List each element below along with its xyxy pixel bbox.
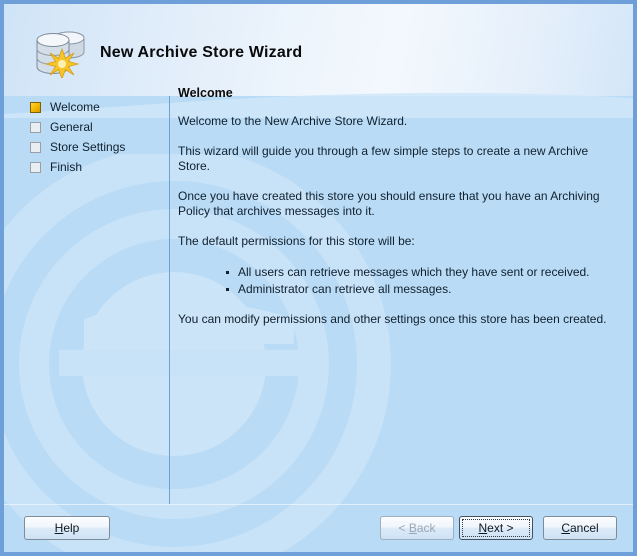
content-paragraph-2: This wizard will guide you through a few…	[178, 144, 589, 173]
sidebar-item-label: Welcome	[50, 100, 100, 114]
sidebar-item-general[interactable]: General	[30, 118, 93, 136]
content-paragraph-1: Welcome to the New Archive Store Wizard.	[178, 114, 408, 128]
step-marker-icon	[30, 161, 41, 173]
help-button-label: Help	[54, 521, 80, 535]
wizard-window: New Archive Store Wizard Welcome General…	[0, 0, 637, 556]
wizard-step-list: Welcome General Store Settings Finish	[4, 96, 165, 504]
step-marker-icon	[30, 141, 41, 153]
list-item: Administrator can retrieve all messages.	[226, 281, 622, 298]
sidebar-item-label: Finish	[50, 160, 83, 174]
wizard-content: Welcome Welcome to the New Archive Store…	[178, 86, 622, 501]
wizard-window-inner: New Archive Store Wizard Welcome General…	[4, 4, 633, 552]
content-paragraph-4: The default permissions for this store w…	[178, 234, 415, 248]
cancel-button[interactable]: Cancel	[543, 516, 617, 540]
footer-separator	[4, 504, 633, 505]
default-permissions-list: All users can retrieve messages which th…	[178, 264, 622, 298]
sidebar-item-welcome[interactable]: Welcome	[30, 98, 100, 116]
content-heading: Welcome	[178, 86, 233, 100]
list-item: All users can retrieve messages which th…	[226, 264, 622, 281]
panel-divider	[169, 96, 170, 504]
back-button-label: < Back	[398, 521, 436, 535]
sidebar-item-finish[interactable]: Finish	[30, 158, 82, 176]
page-title: New Archive Store Wizard	[100, 44, 303, 61]
content-paragraph-3: Once you have created this store you sho…	[178, 189, 600, 218]
help-button[interactable]: Help	[24, 516, 110, 540]
back-button[interactable]: < Back	[380, 516, 454, 540]
wizard-header: New Archive Store Wizard	[4, 4, 633, 96]
sidebar-item-label: General	[50, 120, 93, 134]
next-button-label: Next >	[478, 521, 514, 535]
sidebar-item-label: Store Settings	[50, 140, 126, 154]
sidebar-item-store-settings[interactable]: Store Settings	[30, 138, 125, 156]
next-button[interactable]: Next >	[459, 516, 533, 540]
content-paragraph-5: You can modify permissions and other set…	[178, 312, 607, 326]
step-marker-icon	[30, 121, 41, 133]
cancel-button-label: Cancel	[561, 521, 599, 535]
step-marker-icon	[30, 101, 41, 113]
wizard-footer: Help < Back Next > Cancel	[4, 504, 633, 552]
database-stack-new-icon	[36, 31, 85, 78]
